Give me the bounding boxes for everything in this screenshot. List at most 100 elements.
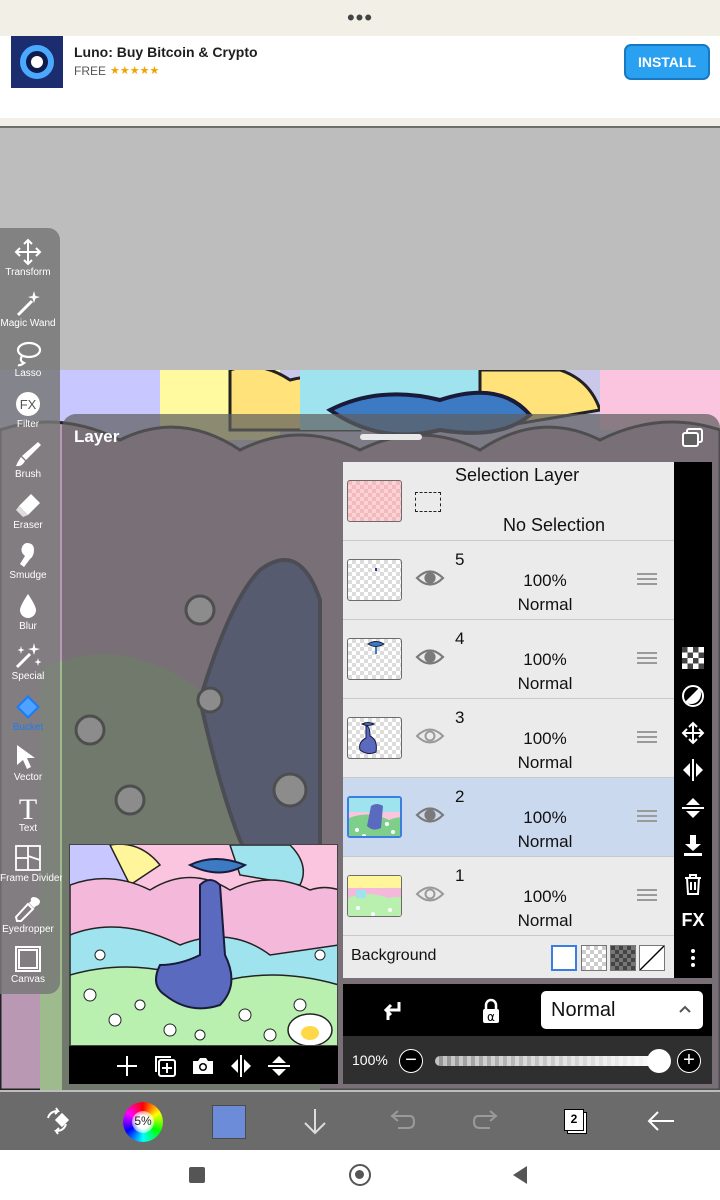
smudge-icon [14,541,42,569]
tool-lasso[interactable]: Lasso [0,333,60,383]
layer-number: 1 [455,866,465,885]
clipping-icon[interactable] [378,998,404,1024]
eraser-icon [14,491,42,519]
opacity-decrease-button[interactable]: − [399,1049,423,1073]
tool-label: Eraser [13,519,43,531]
opacity-increase-button[interactable]: + [677,1049,701,1073]
half-circle-icon[interactable] [681,684,705,708]
layer-number: 4 [455,629,465,648]
flip-vertical-icon[interactable] [267,1054,291,1078]
selection-box-icon [415,492,441,512]
alpha-lock-icon[interactable]: α [478,998,504,1024]
flip-vertical-icon[interactable] [681,796,705,820]
tool-label: Transform [5,267,51,278]
trash-icon[interactable] [681,872,705,896]
layer-row-3[interactable]: 3 100% Normal [343,699,674,778]
tool-filter[interactable]: FX Filter [0,384,60,434]
drag-grip-icon[interactable] [637,889,657,903]
eye-icon[interactable] [415,567,445,589]
background-none-swatch[interactable] [639,945,665,971]
background-white-swatch[interactable] [551,945,577,971]
checker-icon[interactable] [681,646,705,670]
merge-down-icon[interactable] [681,834,705,858]
frame-divider-icon [14,844,42,872]
preview-actions [69,1046,338,1084]
fx-label-icon[interactable]: FX [681,910,705,934]
layer-thumbnail [347,717,402,759]
move-icon[interactable] [681,721,705,745]
background-transparent-swatch[interactable] [581,945,607,971]
ad-app-icon[interactable] [11,36,63,88]
window-mode-icon[interactable] [682,428,704,448]
drag-grip-icon[interactable] [637,731,657,745]
layer-row-5[interactable]: 5 100% Normal [343,541,674,620]
install-button[interactable]: INSTALL [624,44,710,80]
panel-drag-handle[interactable] [360,434,422,440]
drag-grip-icon[interactable] [637,810,657,824]
tool-vector[interactable]: Vector [0,737,60,787]
undo-icon[interactable] [386,1106,416,1136]
more-vertical-icon[interactable] [681,946,705,970]
canvas-preview[interactable] [69,844,338,1046]
tool-canvas[interactable]: Canvas [0,939,60,989]
ad-app-name: Luno: Buy Bitcoin & Crypto [74,44,258,60]
background-dark-swatch[interactable] [610,945,636,971]
layer-thumbnail [347,875,402,917]
svg-text:α: α [487,1010,495,1024]
eye-icon[interactable] [415,804,445,826]
brush-icon [14,440,42,468]
tool-text[interactable]: T Text [0,788,60,838]
layer-row-2[interactable]: 2 100% Normal [343,778,674,857]
drag-grip-icon[interactable] [637,652,657,666]
tool-eyedropper[interactable]: Eyedropper [0,889,60,939]
camera-icon[interactable] [191,1054,215,1078]
layer-panel-title: Layer [74,427,120,446]
current-color-swatch[interactable] [212,1105,246,1139]
more-options-icon[interactable]: ••• [340,6,380,30]
tool-blur[interactable]: Blur [0,586,60,636]
tool-label: Eyedropper [2,923,54,935]
redo-icon[interactable] [472,1106,502,1136]
bottom-toolbar [0,1092,720,1150]
svg-text:FX: FX [20,397,37,412]
layer-row-1[interactable]: 1 100% Normal [343,857,674,936]
flip-horizontal-icon[interactable] [229,1054,253,1078]
layer-row-4[interactable]: 4 100% Normal [343,620,674,699]
flip-horizontal-icon[interactable] [681,758,705,782]
eye-hidden-icon[interactable] [415,883,445,905]
back-arrow-icon[interactable] [646,1106,676,1136]
tool-frame-divider[interactable]: Frame Divider [0,838,63,888]
eye-hidden-icon[interactable] [415,725,445,747]
tool-eraser[interactable]: Eraser [0,485,60,535]
move-arrows-icon [14,238,42,266]
drag-grip-icon[interactable] [637,573,657,587]
arrow-down-icon[interactable] [300,1106,330,1136]
background-row[interactable]: Background [343,936,674,978]
blend-mode-select[interactable]: Normal [541,991,703,1029]
chevron-up-icon [679,1005,691,1013]
system-navigation-bar [0,1150,720,1200]
recent-apps-button[interactable] [189,1167,205,1183]
opacity-slider-thumb[interactable] [647,1049,671,1073]
tool-smudge[interactable]: Smudge [0,535,60,585]
eye-icon[interactable] [415,646,445,668]
back-button[interactable] [512,1165,528,1185]
ad-separator [0,126,720,128]
tool-label: Blur [19,620,37,632]
tool-brush[interactable]: Brush [0,434,60,484]
layer-list: Selection Layer No Selection 5 100% Normal… [343,462,674,978]
opacity-slider[interactable] [435,1056,667,1066]
layer-blend-mode: Normal [517,753,573,772]
duplicate-layer-icon[interactable] [153,1054,177,1078]
tool-bucket[interactable]: Bucket [0,687,60,737]
tool-label: Vector [13,772,43,783]
tool-label: Smudge [9,570,47,581]
add-layer-icon[interactable] [115,1054,139,1078]
selection-layer-row[interactable]: Selection Layer No Selection [343,462,674,541]
tool-magic-wand[interactable]: Magic Wand [0,283,60,333]
quick-tools-icon[interactable] [42,1106,72,1136]
home-button[interactable] [349,1164,371,1186]
layer-number: 2 [455,787,465,806]
tool-transform[interactable]: Transform [0,232,60,282]
tool-special[interactable]: Special [0,636,60,686]
